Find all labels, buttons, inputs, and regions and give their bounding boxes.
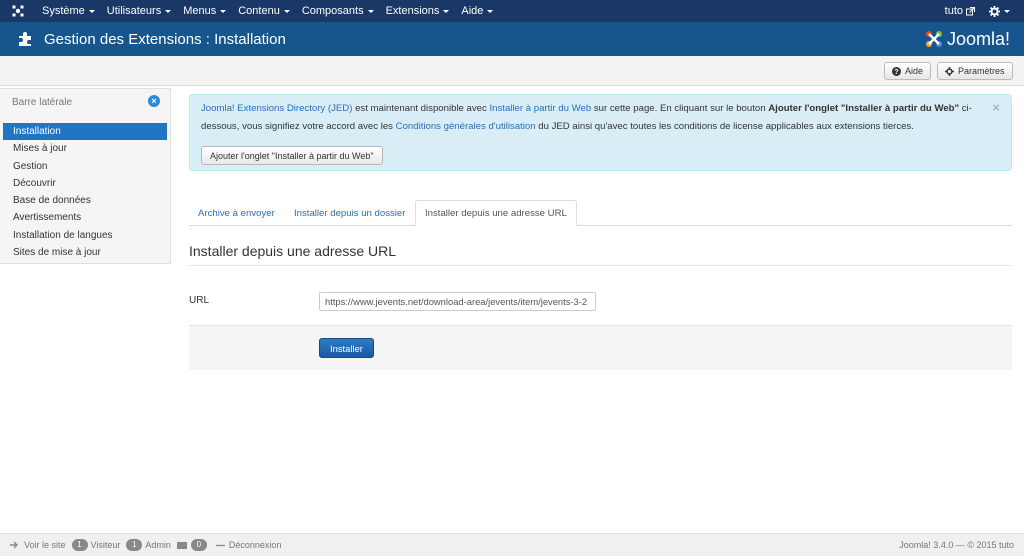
menu-label: Composants <box>301 5 364 17</box>
messages-count[interactable]: 0 <box>176 539 210 551</box>
user-link[interactable]: tuto <box>939 5 981 17</box>
sidebar-item-discover[interactable]: Découvrir <box>0 175 170 192</box>
menu-label: Utilisateurs <box>106 5 162 17</box>
menu-label: Système <box>42 5 85 17</box>
caret-down-icon <box>1004 9 1010 13</box>
admin-count: 1 Admin <box>126 539 171 551</box>
puzzle-icon <box>19 32 31 46</box>
page-title: Gestion des Extensions : Installation <box>44 30 286 48</box>
settings-menu[interactable] <box>981 5 1024 17</box>
menu-systeme[interactable]: Système <box>36 0 101 22</box>
menu-extensions[interactable]: Extensions <box>380 0 456 22</box>
messages-badge: 0 <box>190 539 207 551</box>
gear-icon <box>989 5 1000 17</box>
logout-link[interactable]: Déconnexion <box>215 540 282 550</box>
terms-link[interactable]: Conditions générales d'utilisation <box>396 121 536 132</box>
options-button[interactable]: Paramètres <box>937 62 1013 80</box>
visitors-label: Visiteur <box>90 540 121 550</box>
svg-text:?: ? <box>894 67 898 76</box>
alert-text: sur cette page. En cliquant sur le bouto… <box>591 103 769 114</box>
caret-down-icon <box>367 9 374 13</box>
question-circle-icon: ? <box>892 66 901 76</box>
version-info: Joomla! 3.4.0 — © 2015 tuto <box>899 540 1014 550</box>
joomla-logo-icon <box>925 31 942 47</box>
caret-down-icon <box>487 9 494 13</box>
admin-label: Admin <box>145 540 171 550</box>
caret-down-icon <box>88 9 95 13</box>
alert-text: est maintenant disponible avec <box>352 103 490 114</box>
tab-install-from-url[interactable]: Installer depuis une adresse URL <box>415 200 577 226</box>
alert-message: Joomla! Extensions Directory (JED) est m… <box>201 100 975 136</box>
help-label: Aide <box>905 66 924 76</box>
caret-down-icon <box>443 9 450 13</box>
alert-text: du JED ainsi qu'avec toutes les conditio… <box>535 121 914 132</box>
add-install-from-web-tab-button[interactable]: Ajouter l'onglet "Installer à partir du … <box>201 146 383 165</box>
top-navbar: Système Utilisateurs Menus Contenu Compo… <box>0 0 1024 22</box>
topnav-right: tuto <box>939 0 1024 22</box>
jed-info-alert: × Joomla! Extensions Directory (JED) est… <box>189 94 1012 171</box>
menu-label: Contenu <box>238 5 280 17</box>
minus-icon <box>215 544 225 546</box>
sidebar-item-database[interactable]: Base de données <box>0 192 170 209</box>
sidebar-item-updates[interactable]: Mises à jour <box>0 140 170 157</box>
page-header: Gestion des Extensions : Installation Jo… <box>0 22 1024 56</box>
options-label: Paramètres <box>958 66 1005 76</box>
sidebar-item-installation[interactable]: Installation <box>3 123 167 141</box>
user-name: tuto <box>944 5 963 17</box>
menu-composants[interactable]: Composants <box>296 0 380 22</box>
status-bar: Voir le site 1 Visiteur 1 Admin 0 Déconn… <box>0 533 1024 556</box>
section-title: Installer depuis une adresse URL <box>189 243 397 259</box>
tab-upload-package[interactable]: Archive à envoyer <box>189 200 284 226</box>
joomla-brand: Joomla! <box>924 29 1010 50</box>
sidebar-item-manage[interactable]: Gestion <box>0 158 170 175</box>
close-icon[interactable]: × <box>992 99 1000 117</box>
menu-menus[interactable]: Menus <box>177 0 232 22</box>
logout-label: Déconnexion <box>228 540 282 550</box>
visitors-count: 1 Visiteur <box>71 539 121 551</box>
caret-down-icon <box>283 9 290 13</box>
help-button[interactable]: ? Aide <box>884 62 932 80</box>
sidebar-header: Barre latérale × <box>0 89 170 115</box>
url-label: URL <box>189 295 210 306</box>
close-sidebar-icon[interactable]: × <box>148 95 160 107</box>
menu-label: Menus <box>183 5 217 17</box>
install-tabs: Archive à envoyer Installer depuis un do… <box>189 200 1012 226</box>
joomla-wordmark: Joomla! <box>946 28 1010 49</box>
sidebar: Barre latérale × Installation Mises à jo… <box>0 88 171 264</box>
visitors-badge: 1 <box>71 539 88 551</box>
divider <box>189 265 1012 266</box>
joomla-logo-icon[interactable] <box>0 0 36 22</box>
sidebar-item-update-sites[interactable]: Sites de mise à jour <box>0 244 170 261</box>
install-from-web-link[interactable]: Installer à partir du Web <box>489 103 591 114</box>
sidebar-item-warnings[interactable]: Avertissements <box>0 209 170 226</box>
menu-label: Extensions <box>385 5 440 17</box>
sidebar-title: Barre latérale <box>12 96 73 108</box>
url-input[interactable] <box>319 292 596 311</box>
envelope-icon <box>176 541 187 549</box>
toolbar: ? Aide Paramètres <box>0 56 1024 86</box>
jed-link[interactable]: Joomla! Extensions Directory (JED) <box>201 103 352 114</box>
caret-down-icon <box>220 9 227 13</box>
form-actions: Installer <box>189 325 1012 370</box>
menu-utilisateurs[interactable]: Utilisateurs <box>101 0 177 22</box>
install-button[interactable]: Installer <box>319 338 374 358</box>
menu-aide[interactable]: Aide <box>455 0 499 22</box>
menu-label: Aide <box>461 5 484 17</box>
gear-icon <box>945 66 954 76</box>
external-link-icon <box>966 6 975 15</box>
view-site-link[interactable]: Voir le site <box>10 540 66 550</box>
menu-contenu[interactable]: Contenu <box>232 0 296 22</box>
view-site-label: Voir le site <box>24 540 66 550</box>
tab-install-from-folder[interactable]: Installer depuis un dossier <box>285 200 414 226</box>
sidebar-menu: Installation Mises à jour Gestion Découv… <box>0 123 170 261</box>
caret-down-icon <box>165 9 172 13</box>
admin-badge: 1 <box>126 539 143 551</box>
alert-bold-text: Ajouter l'onglet "Installer à partir du … <box>768 103 960 114</box>
arrow-right-icon <box>10 541 18 549</box>
sidebar-item-languages[interactable]: Installation de langues <box>0 227 170 244</box>
